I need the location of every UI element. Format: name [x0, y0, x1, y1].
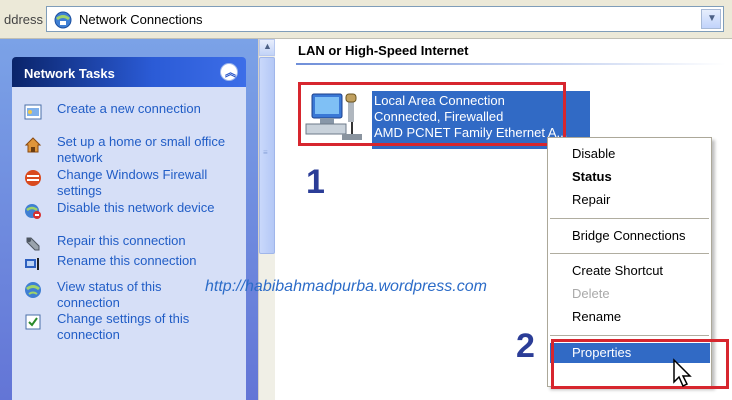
task-label: Change Windows Firewall settings: [57, 167, 208, 198]
chevron-up-icon: ▲: [263, 41, 272, 51]
group-divider: [296, 63, 726, 65]
address-bar: ddress Network Connections ▼: [0, 0, 732, 39]
menu-item-bridge-connections[interactable]: Bridge Connections: [572, 228, 685, 243]
network-tasks-panel: Network Tasks ︽ Create a new connection: [12, 57, 246, 400]
new-connection-icon: [24, 104, 42, 120]
menu-separator: [550, 335, 709, 336]
address-label: ddress: [4, 12, 44, 27]
group-header: LAN or High-Speed Internet: [298, 43, 469, 58]
menu-item-repair[interactable]: Repair: [572, 192, 610, 207]
menu-item-rename[interactable]: Rename: [572, 309, 621, 324]
task-label: Disable this network device: [57, 200, 215, 215]
grip-icon: ≡: [263, 148, 268, 157]
network-tasks-body: Create a new connection Set up a home or…: [12, 87, 246, 400]
address-value: Network Connections: [79, 12, 203, 27]
menu-item-disable[interactable]: Disable: [572, 146, 615, 161]
settings-icon: [25, 314, 41, 330]
task-label: View status of this connection: [57, 279, 162, 310]
status-icon: [25, 282, 41, 298]
mouse-pointer-icon: [673, 358, 692, 388]
network-tasks-header[interactable]: Network Tasks ︽: [12, 57, 246, 87]
scroll-up-button[interactable]: ▲: [259, 39, 275, 56]
task-label: Rename this connection: [57, 253, 197, 268]
collapse-button[interactable]: ︽: [220, 63, 238, 81]
vertical-scrollbar[interactable]: ▲ ≡: [258, 39, 275, 400]
disable-device-icon: [25, 204, 41, 219]
network-connections-icon: [54, 11, 72, 29]
task-label: Set up a home or small office network: [57, 134, 226, 165]
task-label: Change settings of this connection: [57, 311, 190, 342]
chevron-down-icon: ▼: [707, 13, 717, 24]
menu-item-status[interactable]: Status: [572, 169, 612, 184]
menu-separator: [550, 253, 709, 254]
annotation-box-properties: [551, 339, 729, 389]
menu-item-delete: Delete: [572, 286, 610, 301]
address-dropdown-button[interactable]: ▼: [701, 9, 721, 29]
task-label: Repair this connection: [57, 233, 186, 248]
task-label: Create a new connection: [57, 101, 201, 116]
firewall-icon: [25, 170, 41, 186]
network-tasks-title: Network Tasks: [24, 66, 115, 81]
step-number-1: 1: [306, 163, 325, 201]
left-task-pane: Network Tasks ︽ Create a new connection: [0, 39, 258, 400]
repair-icon: [26, 237, 40, 251]
menu-separator: [550, 218, 709, 219]
annotation-box-connection: [298, 82, 566, 146]
menu-item-create-shortcut[interactable]: Create Shortcut: [572, 263, 663, 278]
address-field[interactable]: Network Connections ▼: [46, 6, 724, 32]
step-number-2: 2: [516, 327, 535, 365]
rename-icon: [25, 258, 39, 270]
home-network-icon: [24, 137, 42, 153]
scroll-thumb[interactable]: ≡: [259, 57, 275, 254]
watermark-url: http://habibahmadpurba.wordpress.com: [205, 278, 487, 295]
chevron-up-icon: ︽: [225, 67, 236, 79]
